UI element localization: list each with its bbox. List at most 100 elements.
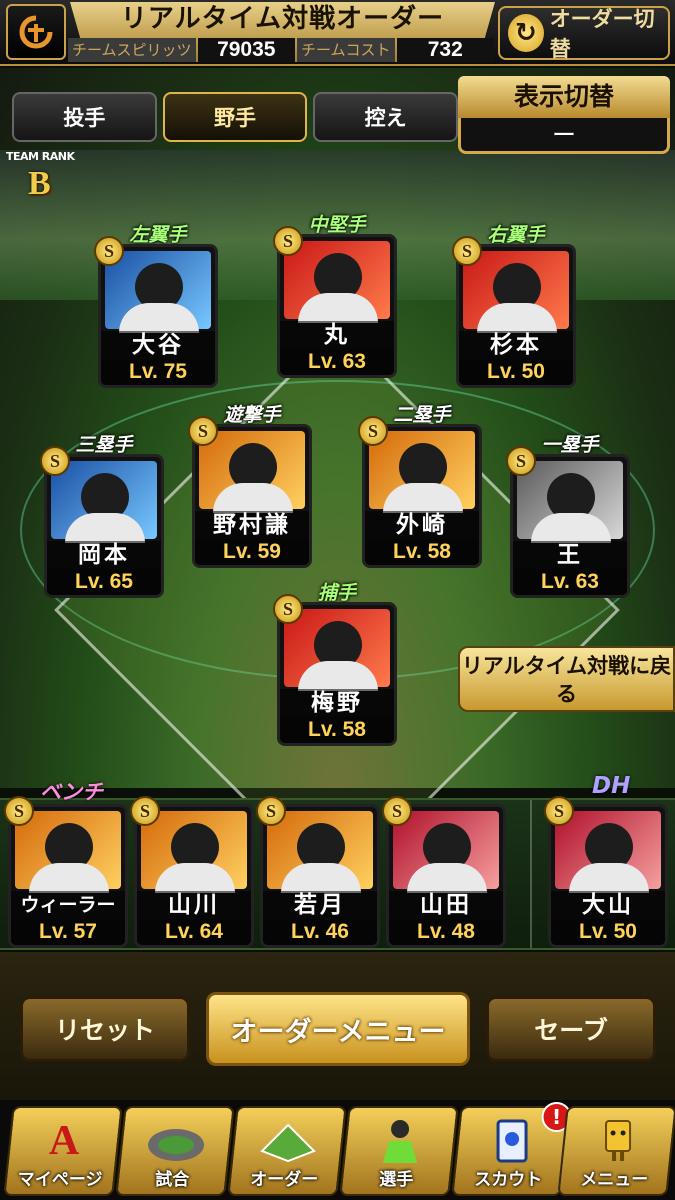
player-level: Lv. 59 <box>195 539 309 565</box>
rarity-s-icon: S <box>544 796 574 826</box>
display-toggle-title: 表示切替 <box>458 76 670 118</box>
card-frame: 大山 Lv. 50 <box>548 804 668 948</box>
player-level: Lv. 58 <box>365 539 479 565</box>
player-level: Lv. 63 <box>280 349 394 375</box>
player-name: 王 <box>513 541 627 569</box>
rarity-s-icon: S <box>256 796 286 826</box>
player-name: 岡本 <box>47 541 161 569</box>
order-switch-label: オーダー切替 <box>549 7 655 61</box>
card-frame: 山田 Lv. 48 <box>386 804 506 948</box>
order-switch-button[interactable]: ↻ オーダー切替 <box>498 6 670 61</box>
player-level: Lv. 75 <box>101 359 215 385</box>
save-button[interactable]: セーブ <box>486 996 656 1062</box>
player-portrait <box>267 811 373 893</box>
player-card-c[interactable]: 捕手 梅野 Lv. 58 S <box>273 582 397 746</box>
player-level: Lv. 58 <box>280 717 394 743</box>
card-frame: 王 Lv. 63 <box>510 454 630 598</box>
player-level: Lv. 46 <box>263 919 377 945</box>
order-menu-button[interactable]: オーダーメニュー <box>206 992 470 1066</box>
player-name: 大山 <box>551 891 665 919</box>
rarity-s-icon: S <box>188 416 218 446</box>
nav-players[interactable]: 選手 <box>339 1106 459 1196</box>
rarity-s-icon: S <box>273 226 303 256</box>
nav-label: 試合 <box>155 1170 190 1190</box>
rarity-s-icon: S <box>40 446 70 476</box>
player-card-3b[interactable]: 三塁手 岡本 Lv. 65 S <box>40 434 164 598</box>
refresh-icon: ↻ <box>508 14 544 52</box>
nav-label: メニュー <box>580 1170 649 1190</box>
nav-menu[interactable]: メニュー <box>557 1106 675 1196</box>
player-portrait <box>463 251 569 333</box>
mypage-a-icon: A <box>48 1118 80 1164</box>
card-frame: ウィーラー Lv. 57 <box>8 804 128 948</box>
display-toggle-value: ー <box>552 121 576 149</box>
player-level: Lv. 48 <box>389 919 503 945</box>
bench-divider <box>530 800 532 948</box>
nav-label: マイページ <box>17 1170 103 1190</box>
bench-card[interactable]: ウィーラー Lv. 57 S <box>4 786 128 948</box>
rarity-s-icon: S <box>382 796 412 826</box>
dh-card[interactable]: 大山 Lv. 50 S <box>544 786 668 948</box>
cost-label: チームコスト <box>297 38 395 62</box>
giants-logo-icon <box>19 15 53 49</box>
player-level: Lv. 64 <box>137 919 251 945</box>
player-portrait <box>141 811 247 893</box>
nav-mypage[interactable]: A マイページ <box>3 1106 123 1196</box>
nav-match[interactable]: 試合 <box>115 1106 235 1196</box>
nav-scout[interactable]: スカウト ! <box>451 1102 572 1196</box>
player-portrait <box>393 811 499 893</box>
player-level: Lv. 65 <box>47 569 161 595</box>
team-logo-button[interactable] <box>6 4 66 60</box>
card-frame: 杉本 Lv. 50 <box>456 244 576 388</box>
player-name: 大谷 <box>101 331 215 359</box>
bench-card[interactable]: 山川 Lv. 64 S <box>130 786 254 948</box>
tab-fielder[interactable]: 野手 <box>162 92 308 142</box>
card-frame: 梅野 Lv. 58 <box>277 602 397 746</box>
spirit-value: 79035 <box>197 38 295 62</box>
position-tabs: 投手 野手 控え <box>12 92 459 142</box>
team-rank-label: TEAM RANK <box>6 150 75 163</box>
player-card-1b[interactable]: 一塁手 王 Lv. 63 S <box>506 434 630 598</box>
player-name: 外崎 <box>365 511 479 539</box>
player-name: 丸 <box>280 321 394 349</box>
player-icon <box>367 1114 433 1168</box>
stadium-icon <box>143 1114 209 1168</box>
player-card-2b[interactable]: 二塁手 外崎 Lv. 58 S <box>358 404 482 568</box>
rarity-s-icon: S <box>4 796 34 826</box>
card-icon <box>479 1114 545 1168</box>
return-to-match-button[interactable]: リアルタイム対戦に戻る <box>458 646 675 712</box>
page-title: リアルタイム対戦オーダー <box>120 4 445 34</box>
player-card-cf[interactable]: 中堅手 丸 Lv. 63 S <box>273 214 397 378</box>
field-icon <box>255 1114 321 1168</box>
rarity-s-icon: S <box>130 796 160 826</box>
player-portrait <box>284 241 390 323</box>
team-rank-value: B <box>28 165 51 202</box>
player-level: Lv. 50 <box>459 359 573 385</box>
player-portrait <box>369 431 475 513</box>
card-frame: 外崎 Lv. 58 <box>362 424 482 568</box>
tab-reserve[interactable]: 控え <box>313 92 459 142</box>
bench-card[interactable]: 若月 Lv. 46 S <box>256 786 380 948</box>
cost-value: 732 <box>396 38 494 62</box>
rarity-s-icon: S <box>452 236 482 266</box>
player-card-rf[interactable]: 右翼手 杉本 Lv. 50 S <box>452 224 576 388</box>
reset-button[interactable]: リセット <box>20 996 190 1062</box>
card-frame: 野村謙 Lv. 59 <box>192 424 312 568</box>
spirit-label: チームスピリッツ <box>68 38 196 62</box>
player-portrait <box>51 461 157 543</box>
player-portrait <box>555 811 661 893</box>
rarity-s-icon: S <box>358 416 388 446</box>
player-portrait <box>105 251 211 333</box>
bench-card[interactable]: 山田 Lv. 48 S <box>382 786 506 948</box>
tab-pitcher[interactable]: 投手 <box>12 92 157 142</box>
bottom-nav: A マイページ 試合 オーダー 選手 スカウト ! メニュー <box>0 1100 675 1200</box>
nav-order[interactable]: オーダー <box>227 1106 347 1196</box>
player-name: 野村謙 <box>195 511 309 539</box>
team-stats: チームスピリッツ 79035 チームコスト 732 <box>68 38 494 62</box>
player-card-lf[interactable]: 左翼手 大谷 Lv. 75 S <box>94 224 218 388</box>
player-card-ss[interactable]: 遊撃手 野村謙 Lv. 59 S <box>188 404 312 568</box>
card-frame: 丸 Lv. 63 <box>277 234 397 378</box>
player-name: 山田 <box>389 891 503 919</box>
rarity-s-icon: S <box>273 594 303 624</box>
card-frame: 山川 Lv. 64 <box>134 804 254 948</box>
